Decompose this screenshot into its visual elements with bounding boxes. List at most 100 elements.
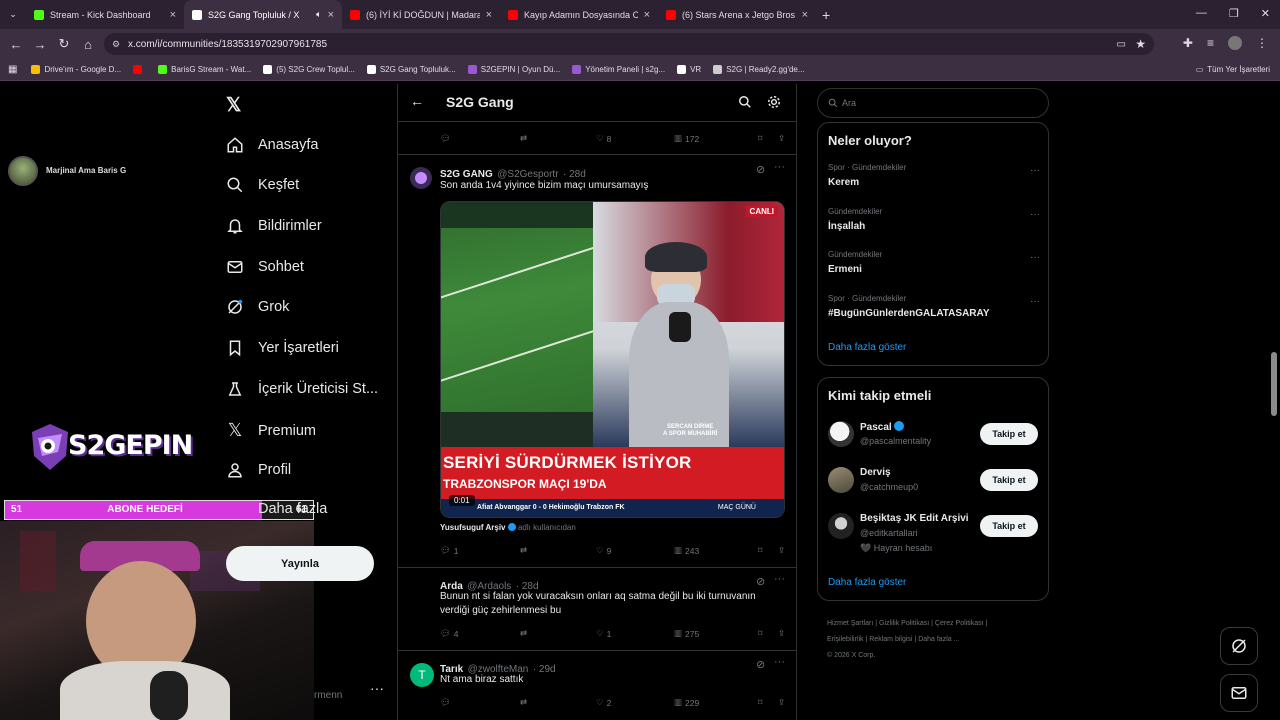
share-button[interactable]: ⇪ — [778, 133, 785, 144]
nav-explore[interactable]: Keşfet — [226, 176, 299, 194]
footer-link[interactable]: Daha fazla ... — [918, 636, 959, 643]
messages-floating-button[interactable] — [1220, 674, 1258, 712]
tweet-item[interactable]: 💬︎ ⇄ ♡ 8 ▥ 172 ⌑ ⇪ — [398, 122, 796, 155]
video-source-user[interactable]: Yusufsuguf Arşiv — [440, 523, 506, 532]
nav-profile[interactable]: Profil — [226, 461, 291, 479]
like-button[interactable]: ♡ 2 — [596, 697, 674, 708]
follow-button[interactable]: Takip et — [980, 515, 1038, 537]
back-icon[interactable]: ← — [4, 37, 28, 52]
views-count[interactable]: ▥ 275 — [674, 628, 758, 639]
tweet-more-icon[interactable]: ··· — [774, 573, 785, 585]
nav-home[interactable]: Anasayfa — [226, 136, 318, 154]
bookmark-item[interactable]: S2GEPIN | Oyun Dü... — [467, 65, 560, 74]
tab-search-icon[interactable]: ⌄ — [0, 9, 26, 20]
new-tab-button[interactable]: + — [822, 7, 830, 23]
user-avatar[interactable] — [828, 513, 854, 539]
tweet-avatar[interactable] — [410, 167, 432, 189]
search-box[interactable]: Ara — [817, 88, 1049, 118]
follow-button[interactable]: Takip et — [980, 469, 1038, 491]
reply-button[interactable]: 💬︎ 1 — [440, 545, 520, 556]
apps-icon[interactable]: ▦ — [8, 64, 17, 75]
bookmark-item[interactable]: (5) S2G Crew Toplul... — [263, 65, 355, 74]
trend-more-icon[interactable]: ··· — [1030, 165, 1040, 176]
trend-item[interactable]: Spor · Gündemdekiler Kerem ··· — [828, 163, 1040, 201]
bookmark-item[interactable] — [133, 65, 146, 74]
follow-suggestion[interactable]: Pascal @pascalmentality Takip et — [818, 418, 1048, 452]
x-logo-icon[interactable]: 𝕏 — [226, 94, 241, 117]
follow-suggestion[interactable]: Beşiktaş JK Edit Arşivi @editkartallari … — [818, 510, 1048, 556]
grok-explain-icon[interactable]: ⊘ — [756, 575, 765, 588]
post-button[interactable]: Yayınla — [226, 546, 374, 581]
nav-bookmarks[interactable]: Yer İşaretleri — [226, 339, 339, 357]
retweet-button[interactable]: ⇄ — [520, 697, 596, 708]
bookmark-item[interactable]: S2G Gang Topluluk... — [366, 65, 456, 74]
tab-close-icon[interactable]: × — [644, 9, 650, 21]
nav-premium[interactable]: 𝕏 Premium — [226, 420, 316, 441]
page-scrollbar[interactable] — [1271, 352, 1277, 416]
tweet-more-icon[interactable]: ··· — [774, 656, 785, 668]
restore-icon[interactable]: ❐ — [1229, 7, 1239, 20]
grok-explain-icon[interactable]: ⊘ — [756, 658, 765, 671]
user-name[interactable]: Derviş — [860, 467, 891, 478]
extensions-icon[interactable]: ✚ — [1183, 36, 1193, 50]
bookmark-button[interactable]: ⌑ — [758, 628, 778, 639]
trend-more-icon[interactable]: ··· — [1030, 252, 1040, 263]
tweet-more-icon[interactable]: ··· — [774, 161, 785, 173]
all-bookmarks[interactable]: ▭ Tüm Yer İşaretleri — [1196, 65, 1270, 74]
views-count[interactable]: ▥ 172 — [674, 133, 758, 144]
browser-tab[interactable]: (6) İYİ Kİ DOĞDUN | Madara Oi × — [342, 0, 500, 29]
nav-more[interactable]: Daha fazla — [258, 501, 327, 517]
bookmark-item[interactable]: Yönetim Paneli | s2g... — [572, 65, 665, 74]
reload-icon[interactable]: ↻ — [52, 36, 76, 52]
bookmark-item[interactable]: VR — [677, 65, 701, 74]
browser-tab[interactable]: S2G Gang Topluluk / X 🔈︎ × — [184, 0, 342, 29]
like-button[interactable]: ♡ 8 — [596, 133, 674, 144]
browser-tab[interactable]: Stream - Kick Dashboard × — [26, 0, 184, 29]
trend-more-icon[interactable]: ··· — [1030, 296, 1040, 307]
minimize-icon[interactable]: — — [1196, 7, 1207, 20]
bookmark-button[interactable]: ⌑ — [758, 545, 778, 556]
trend-item[interactable]: Gündemdekiler İnşallah ··· — [828, 207, 1040, 245]
views-count[interactable]: ▥ 243 — [674, 545, 758, 556]
share-button[interactable]: ⇪ — [778, 697, 785, 708]
share-button[interactable]: ⇪ — [778, 545, 785, 556]
nav-creator-studio[interactable]: İçerik Üreticisi St... — [226, 380, 378, 398]
nav-notifications[interactable]: Bildirimler — [226, 217, 322, 235]
like-button[interactable]: ♡ 1 — [596, 628, 674, 639]
bookmark-item[interactable]: BarisG Stream - Wat... — [158, 65, 251, 74]
user-avatar[interactable] — [828, 467, 854, 493]
follow-button[interactable]: Takip et — [980, 423, 1038, 445]
grok-floating-button[interactable] — [1220, 627, 1258, 665]
footer-link[interactable]: Erişilebilirlik — [827, 636, 864, 643]
account-more-icon[interactable]: ··· — [370, 680, 384, 696]
trend-item[interactable]: Spor · Gündemdekiler #BugünGünlerdenGALA… — [828, 294, 1040, 332]
reply-button[interactable]: 💬︎ — [440, 133, 520, 144]
grok-explain-icon[interactable]: ⊘ — [756, 163, 765, 176]
user-avatar[interactable] — [828, 421, 854, 447]
user-name[interactable]: Pascal — [860, 422, 892, 433]
cast-icon[interactable]: ▭ — [1117, 39, 1126, 50]
trends-show-more[interactable]: Daha fazla göster — [828, 342, 906, 353]
footer-link[interactable]: Hizmet Şartları — [827, 620, 873, 627]
like-button[interactable]: ♡ 9 — [596, 545, 674, 556]
browser-tab[interactable]: (6) Stars Arena x Jetgo Bros Esp × — [658, 0, 816, 29]
account-switcher-name[interactable]: rmenn — [314, 690, 342, 701]
forward-icon[interactable]: → — [28, 37, 52, 52]
url-input[interactable]: ⚙ x.com/i/communities/183531970290796178… — [104, 33, 1154, 55]
tweet-avatar[interactable] — [410, 580, 432, 602]
tweet-item[interactable]: S2G GANG @S2Gesportr · 28d ⊘ ··· Son and… — [398, 155, 796, 568]
retweet-button[interactable]: ⇄ — [520, 133, 596, 144]
nav-messages[interactable]: Sohbet — [226, 258, 304, 276]
footer-link[interactable]: Reklam bilgisi — [869, 636, 912, 643]
share-button[interactable]: ⇪ — [778, 628, 785, 639]
bookmark-button[interactable]: ⌑ — [758, 133, 778, 144]
footer-link[interactable]: Gizlilik Politikası — [879, 620, 929, 627]
back-arrow-icon[interactable]: ← — [410, 93, 424, 109]
bookmark-item[interactable]: Drive'ım - Google D... — [31, 65, 121, 74]
bookmark-button[interactable]: ⌑ — [758, 697, 778, 708]
views-count[interactable]: ▥ 229 — [674, 697, 758, 708]
profile-avatar[interactable] — [1228, 36, 1242, 50]
retweet-button[interactable]: ⇄ — [520, 545, 596, 556]
trend-item[interactable]: Gündemdekiler Ermeni ··· — [828, 250, 1040, 288]
site-info-icon[interactable]: ⚙ — [112, 39, 120, 50]
